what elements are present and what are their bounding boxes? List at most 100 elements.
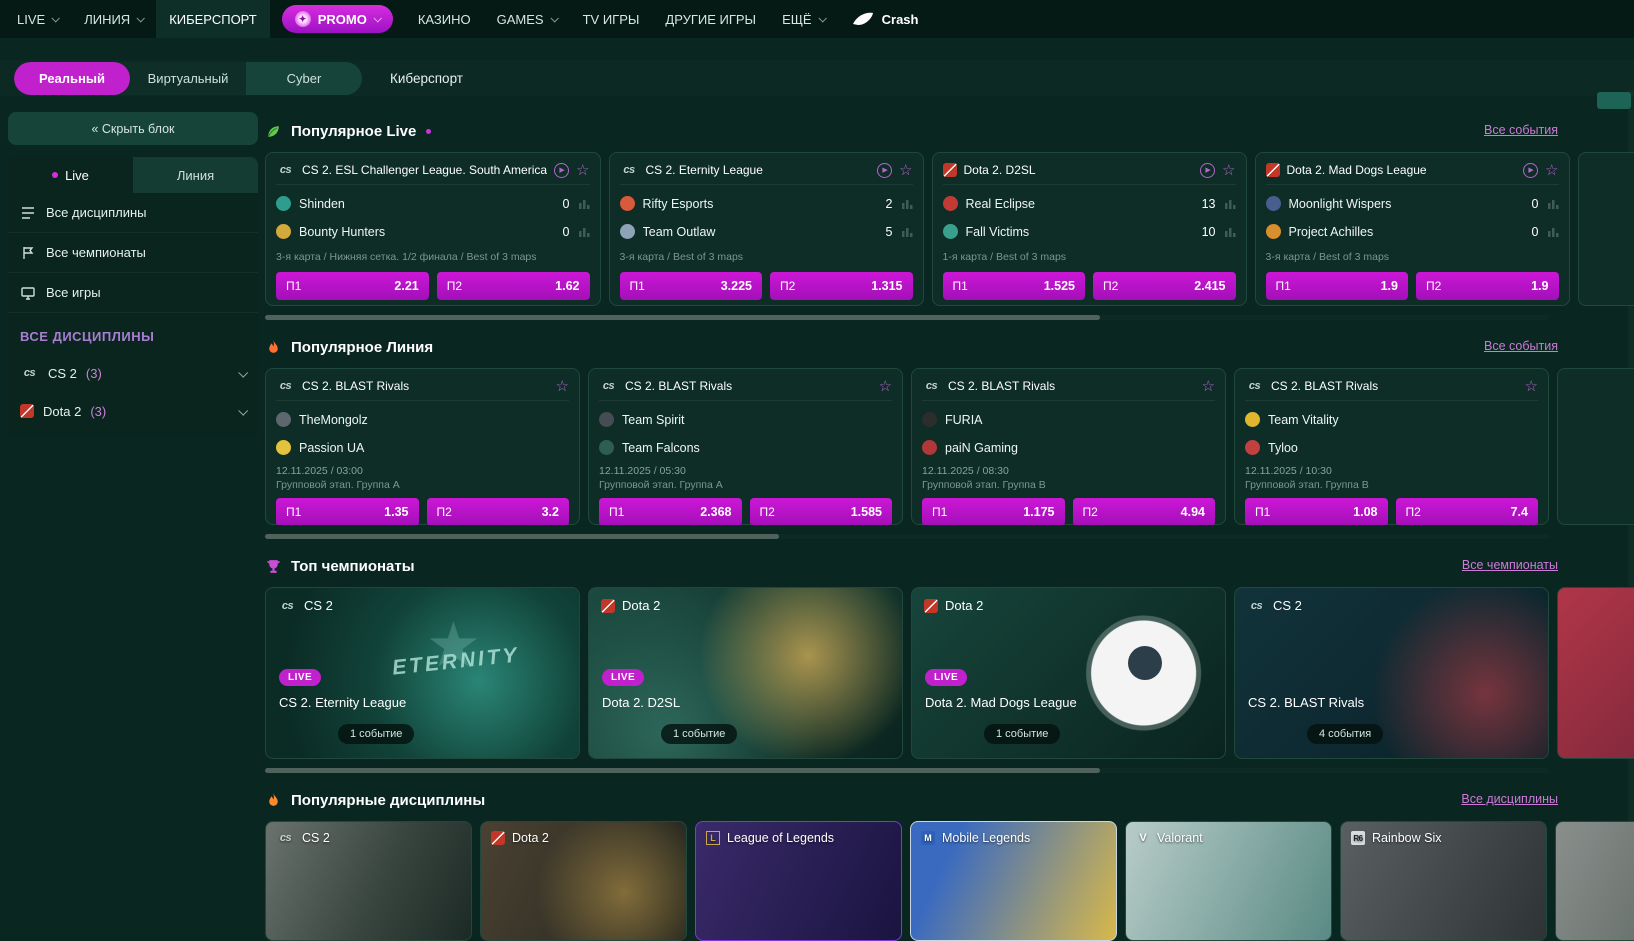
stats-icon[interactable] xyxy=(578,199,590,209)
play-icon[interactable]: ▶ xyxy=(1523,163,1538,178)
corner-button[interactable] xyxy=(1597,92,1631,109)
horizontal-scrollbar[interactable] xyxy=(265,768,1549,773)
star-icon[interactable]: ☆ xyxy=(1545,163,1558,178)
star-icon[interactable]: ☆ xyxy=(899,163,912,178)
sidebar-item-all-championships[interactable]: Все чемпионаты xyxy=(8,233,258,273)
nav-item-more[interactable]: ЕЩЁ xyxy=(769,0,838,38)
odd-p1-button[interactable]: П13.225 xyxy=(620,272,763,300)
main-content: Популярное Live Все события CS 2. ESL Ch… xyxy=(265,112,1634,941)
all-championships-link[interactable]: Все чемпионаты xyxy=(1462,558,1558,572)
sidebar-discipline-dota2[interactable]: Dota 2 (3) xyxy=(8,392,258,430)
nav-item-line[interactable]: ЛИНИЯ xyxy=(71,0,156,38)
championship-card[interactable]: CS 2 CS 2. BLAST Rivals 4 события xyxy=(1234,587,1549,759)
team-name: Team Outlaw xyxy=(643,225,878,239)
discipline-card-partial[interactable] xyxy=(1555,821,1634,941)
nav-item-crash[interactable]: Crash xyxy=(838,0,932,38)
stats-icon[interactable] xyxy=(1224,227,1236,237)
chevron-down-icon xyxy=(373,14,381,22)
play-icon[interactable]: ▶ xyxy=(877,163,892,178)
live-match-card[interactable]: Dota 2. Mad Dogs League ▶ ☆ Moonlight Wi… xyxy=(1255,152,1570,306)
horizontal-scrollbar[interactable] xyxy=(265,534,1549,539)
odd-p2-button[interactable]: П21.585 xyxy=(750,498,893,525)
all-disciplines-link[interactable]: Все дисциплины xyxy=(1461,792,1558,806)
sidebar-tab-live[interactable]: Live xyxy=(8,157,133,193)
line-match-card[interactable]: CS 2. BLAST Rivals ☆ Team Vitality Tyloo… xyxy=(1234,368,1549,525)
stats-icon[interactable] xyxy=(901,199,913,209)
discipline-card-rainbow-six[interactable]: Rainbow Six xyxy=(1340,821,1547,941)
tab-cyber[interactable]: Cyber xyxy=(246,62,362,95)
nav-item-other-games[interactable]: ДРУГИЕ ИГРЫ xyxy=(652,0,769,38)
promo-badge-icon: ✦ xyxy=(295,11,311,27)
odd-p1-button[interactable]: П12.21 xyxy=(276,272,429,300)
odd-p1-button[interactable]: П11.9 xyxy=(1266,272,1409,300)
scrollbar-thumb[interactable] xyxy=(265,315,1100,320)
nav-item-tv-games[interactable]: TV ИГРЫ xyxy=(570,0,653,38)
sidebar-tab-line[interactable]: Линия xyxy=(133,157,258,193)
stats-icon[interactable] xyxy=(1547,227,1559,237)
odd-p2-button[interactable]: П21.315 xyxy=(770,272,913,300)
sidebar-item-all-disciplines[interactable]: Все дисциплины xyxy=(8,193,258,233)
league-name: CS 2. BLAST Rivals xyxy=(302,379,549,393)
sidebar-item-all-games[interactable]: Все игры xyxy=(8,273,258,313)
scrollbar-thumb[interactable] xyxy=(265,534,779,539)
sidebar-discipline-cs2[interactable]: CS 2 (3) xyxy=(8,354,258,392)
odd-p1-button[interactable]: П11.35 xyxy=(276,498,419,525)
live-match-card[interactable]: CS 2. ESL Challenger League. South Ameri… xyxy=(265,152,601,306)
discipline-card-lol[interactable]: League of Legends xyxy=(695,821,902,941)
championship-card[interactable]: Dota 2 LIVE Dota 2. Mad Dogs League 1 со… xyxy=(911,587,1226,759)
match-card-partial[interactable] xyxy=(1557,368,1634,525)
star-icon[interactable]: ☆ xyxy=(1222,163,1235,178)
team-name: Moonlight Wispers xyxy=(1289,197,1524,211)
match-card-partial[interactable] xyxy=(1578,152,1634,306)
scrollbar-thumb[interactable] xyxy=(265,768,1100,773)
star-icon[interactable]: ☆ xyxy=(576,163,589,178)
tab-virtual[interactable]: Виртуальный xyxy=(130,62,246,95)
nav-item-promo[interactable]: ✦ PROMO xyxy=(282,5,393,33)
stats-icon[interactable] xyxy=(1547,199,1559,209)
line-match-card[interactable]: CS 2. BLAST Rivals ☆ FURIA paiN Gaming 1… xyxy=(911,368,1226,525)
odd-p2-button[interactable]: П23.2 xyxy=(427,498,570,525)
nav-item-games[interactable]: GAMES xyxy=(484,0,570,38)
discipline-card-mobile-legends[interactable]: Mobile Legends xyxy=(910,821,1117,941)
stats-icon[interactable] xyxy=(901,227,913,237)
star-icon[interactable]: ☆ xyxy=(556,379,569,394)
tab-real[interactable]: Реальный xyxy=(14,62,130,95)
stats-icon[interactable] xyxy=(578,227,590,237)
team-name: paiN Gaming xyxy=(945,441,1215,455)
discipline-card-dota2[interactable]: Dota 2 xyxy=(480,821,687,941)
odd-p2-button[interactable]: П24.94 xyxy=(1073,498,1216,525)
championship-card[interactable]: Dota 2 LIVE Dota 2. D2SL 1 событие xyxy=(588,587,903,759)
all-events-link[interactable]: Все события xyxy=(1484,123,1558,137)
all-events-link[interactable]: Все события xyxy=(1484,339,1558,353)
discipline-card-cs2[interactable]: CS 2 xyxy=(265,821,472,941)
line-match-card[interactable]: CS 2. BLAST Rivals ☆ TheMongolz Passion … xyxy=(265,368,580,525)
live-match-card[interactable]: CS 2. Eternity League ▶ ☆ Rifty Esports … xyxy=(609,152,924,306)
odd-p2-button[interactable]: П27.4 xyxy=(1396,498,1539,525)
events-count-badge: 1 событие xyxy=(984,724,1060,744)
horizontal-scrollbar[interactable] xyxy=(265,315,1549,320)
nav-item-esports[interactable]: КИБЕРСПОРТ xyxy=(156,0,270,38)
nav-item-casino[interactable]: КАЗИНО xyxy=(405,0,484,38)
line-match-card[interactable]: CS 2. BLAST Rivals ☆ Team Spirit Team Fa… xyxy=(588,368,903,525)
star-icon[interactable]: ☆ xyxy=(1202,379,1215,394)
odd-p2-button[interactable]: П21.9 xyxy=(1416,272,1559,300)
play-icon[interactable]: ▶ xyxy=(1200,163,1215,178)
odd-p1-button[interactable]: П11.175 xyxy=(922,498,1065,525)
odd-p1-button[interactable]: П12.368 xyxy=(599,498,742,525)
hide-block-button[interactable]: « Скрыть блок xyxy=(8,112,258,145)
odd-p1-button[interactable]: П11.08 xyxy=(1245,498,1388,525)
championship-card-partial[interactable] xyxy=(1557,587,1634,759)
odd-p2-button[interactable]: П21.62 xyxy=(437,272,590,300)
odd-p2-button[interactable]: П22.415 xyxy=(1093,272,1236,300)
match-stage: Групповой этап. Группа A xyxy=(599,479,892,491)
stats-icon[interactable] xyxy=(1224,199,1236,209)
star-icon[interactable]: ☆ xyxy=(1525,379,1538,394)
odd-p1-button[interactable]: П11.525 xyxy=(943,272,1086,300)
discipline-card-valorant[interactable]: Valorant xyxy=(1125,821,1332,941)
live-match-card[interactable]: Dota 2. D2SL ▶ ☆ Real Eclipse 13 Fall Vi… xyxy=(932,152,1247,306)
play-icon[interactable]: ▶ xyxy=(554,163,569,178)
championship-card[interactable]: CS 2 ETERNITY LIVE CS 2. Eternity League… xyxy=(265,587,580,759)
nav-item-live[interactable]: LIVE xyxy=(4,0,71,38)
star-icon[interactable]: ☆ xyxy=(879,379,892,394)
odds-row: П12.21 П21.62 xyxy=(276,272,590,300)
